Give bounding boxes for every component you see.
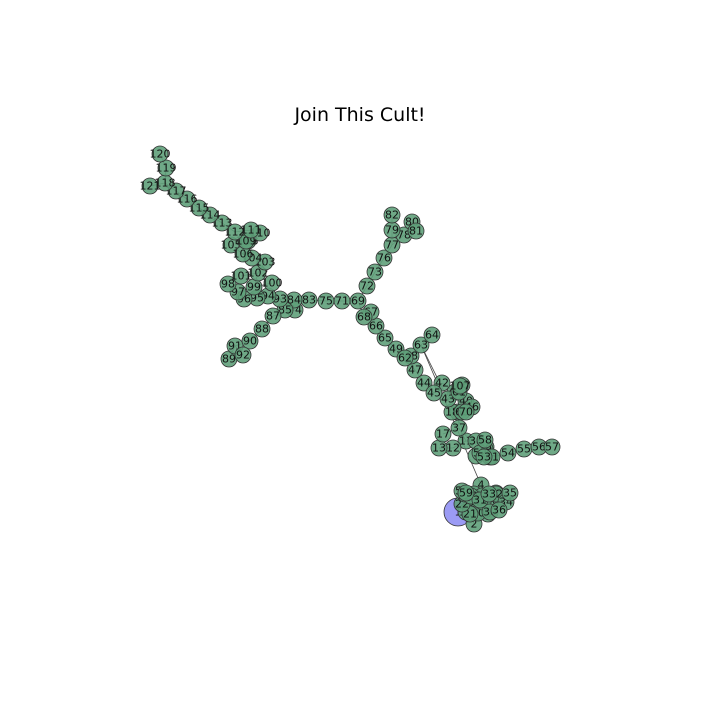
node-label: 90 — [243, 335, 257, 348]
graph-node-37: 37 — [450, 419, 468, 437]
node-label: 73 — [368, 266, 382, 279]
graph-node-73: 73 — [366, 263, 384, 281]
graph-node-119: 119 — [156, 159, 177, 177]
graph-node-33: 33 — [480, 485, 498, 503]
graph-node-70: 70 — [457, 403, 475, 421]
graph-node-59: 59 — [457, 484, 475, 502]
graph-node-81: 81 — [407, 222, 425, 240]
graph-node-79: 79 — [383, 221, 401, 239]
graph-node-75: 75 — [317, 292, 335, 310]
node-label: 47 — [408, 364, 422, 377]
node-label: 71 — [335, 295, 349, 308]
node-label: 33 — [482, 488, 496, 501]
graph-node-45: 45 — [425, 384, 443, 402]
node-label: 55 — [517, 443, 531, 456]
node-label: 59 — [459, 487, 473, 500]
graph-node-58: 58 — [476, 431, 494, 449]
node-label: 70 — [459, 406, 473, 419]
node-label: 54 — [501, 447, 515, 460]
node-label: 88 — [255, 323, 269, 336]
node-label: 53 — [477, 451, 491, 464]
graph-node-68: 68 — [355, 308, 373, 326]
graph-node-54: 54 — [499, 444, 517, 462]
node-label: 17 — [436, 428, 450, 441]
graph-node-53: 53 — [475, 448, 493, 466]
node-label: 83 — [302, 294, 316, 307]
graph-node-35: 35 — [501, 484, 519, 502]
nodes: 1234567891011121314151617181920212223242… — [140, 145, 561, 533]
node-label: 45 — [427, 387, 441, 400]
node-label: 76 — [377, 252, 391, 265]
node-label: 35 — [503, 487, 517, 500]
graph-node-69: 69 — [349, 292, 367, 310]
graph-node-36: 36 — [490, 501, 508, 519]
node-label: 65 — [378, 332, 392, 345]
node-label: 89 — [222, 353, 236, 366]
graph-node-55: 55 — [515, 440, 533, 458]
graph-node-83: 83 — [300, 291, 318, 309]
node-label: 121 — [140, 180, 161, 193]
node-label: 37 — [452, 422, 466, 435]
node-label: 107 — [450, 380, 471, 393]
node-label: 68 — [357, 311, 371, 324]
graph-node-13: 13 — [430, 439, 448, 457]
node-label: 13 — [432, 442, 446, 455]
node-label: 82 — [385, 209, 399, 222]
graph-node-82: 82 — [383, 206, 401, 224]
node-label: 62 — [398, 352, 412, 365]
node-label: 119 — [156, 162, 177, 175]
graph-node-17: 17 — [434, 425, 452, 443]
node-label: 81 — [409, 225, 423, 238]
graph-node-107: 107 — [450, 377, 471, 395]
node-label: 92 — [236, 349, 250, 362]
network-graph: 1234567891011121314151617181920212223242… — [140, 145, 561, 533]
node-label: 57 — [545, 441, 559, 454]
graph-node-71: 71 — [333, 292, 351, 310]
graph-node-92: 92 — [234, 346, 252, 364]
graph-node-62: 62 — [396, 349, 414, 367]
graph-node-90: 90 — [241, 332, 259, 350]
node-label: 72 — [360, 280, 374, 293]
graph-node-64: 64 — [423, 326, 441, 344]
graph-node-120: 120 — [150, 145, 171, 163]
node-label: 75 — [319, 295, 333, 308]
graph-node-72: 72 — [358, 277, 376, 295]
node-label: 106 — [233, 248, 254, 261]
node-label: 69 — [351, 295, 365, 308]
graph-node-121: 121 — [140, 177, 161, 195]
node-label: 64 — [425, 329, 439, 342]
node-label: 87 — [266, 310, 280, 323]
graph-node-57: 57 — [543, 438, 561, 456]
node-label: 36 — [492, 504, 506, 517]
node-label: 79 — [385, 224, 399, 237]
node-label: 58 — [478, 434, 492, 447]
node-label: 12 — [446, 442, 460, 455]
node-label: 120 — [150, 148, 171, 161]
